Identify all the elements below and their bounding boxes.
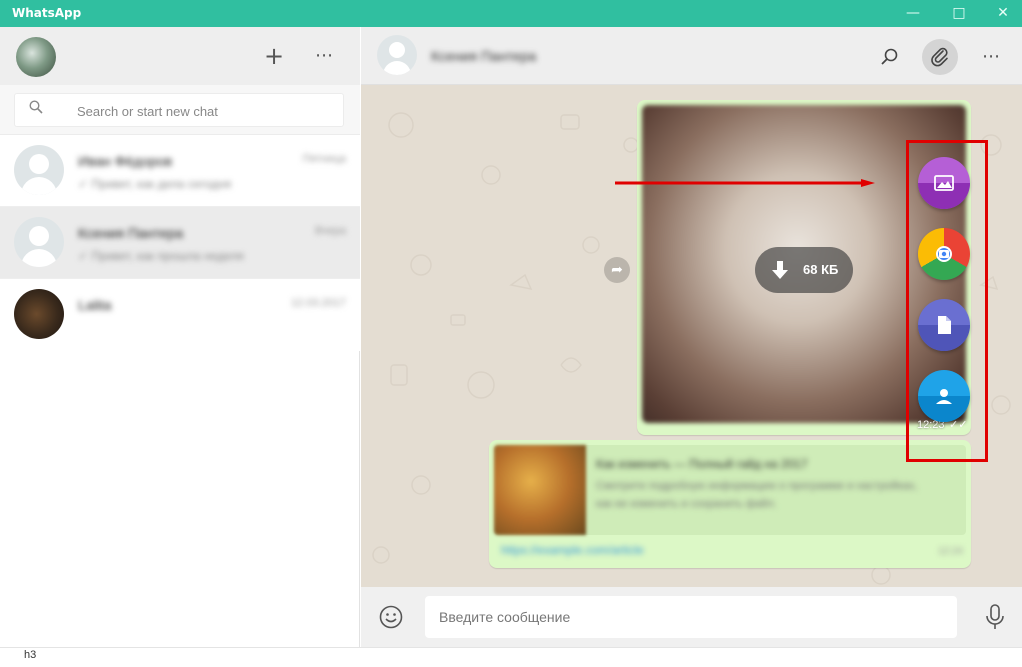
composer — [361, 587, 1022, 647]
link-thumbnail — [494, 445, 586, 535]
microphone-icon[interactable] — [985, 604, 1005, 630]
contact-icon — [936, 389, 952, 404]
chat-time: Пятница — [302, 153, 346, 165]
app-title: WhatsApp — [12, 6, 82, 20]
document-icon — [938, 316, 951, 334]
image-icon — [934, 175, 954, 191]
status-bar: h3 — [0, 647, 1022, 667]
file-size: 68 КБ — [803, 262, 839, 277]
chat-list-item[interactable]: Иван Фёдоров ✓ Привет, как дела сегодня … — [0, 135, 360, 207]
chat-name: Ксения Пантера — [78, 225, 184, 241]
plus-icon[interactable]: + — [259, 41, 289, 71]
chat-header: Ксения Пантера ⋯ — [361, 27, 1022, 85]
gallery-button[interactable] — [918, 157, 970, 209]
minimize-icon[interactable]: — — [903, 4, 923, 22]
link-title: Как изменить — Полный гайд на 2017 — [596, 457, 808, 471]
chat-preview: ✓ Привет, как дела сегодня — [78, 177, 232, 191]
avatar[interactable] — [377, 35, 417, 75]
search-box — [14, 93, 344, 127]
chat-preview: ✓ Привет, как прошла неделя — [78, 249, 244, 263]
search-icon[interactable] — [872, 39, 908, 75]
chat-list-item[interactable]: Lalita 12.03.2017 — [0, 279, 360, 351]
status-text: h3 — [24, 649, 37, 661]
camera-icon — [936, 246, 952, 262]
chat-time: 12.03.2017 — [290, 297, 346, 309]
my-avatar[interactable] — [16, 37, 56, 77]
more-icon[interactable]: ⋯ — [973, 39, 1009, 75]
avatar — [14, 289, 64, 339]
contact-name[interactable]: Ксения Пантера — [431, 48, 536, 64]
maximize-icon[interactable]: □ — [949, 4, 969, 22]
document-button[interactable] — [918, 299, 970, 351]
sidebar-header: + ⋯ — [0, 27, 360, 85]
avatar — [14, 217, 64, 267]
attachment-menu — [906, 140, 988, 462]
chat-list-item[interactable]: Ксения Пантера ✓ Привет, как прошла неде… — [0, 207, 360, 279]
annotation-arrow — [615, 179, 875, 187]
close-icon[interactable]: ✕ — [993, 4, 1013, 22]
avatar — [14, 145, 64, 195]
title-bar: WhatsApp — □ ✕ — [0, 0, 1022, 27]
camera-button[interactable] — [918, 228, 970, 280]
link-url[interactable]: https://example.com/article — [501, 543, 644, 557]
chat-time: Вчера — [314, 225, 346, 237]
download-button[interactable]: 68 КБ — [755, 247, 853, 293]
download-icon — [772, 261, 788, 279]
more-icon[interactable]: ⋯ — [309, 41, 339, 71]
contact-button[interactable] — [918, 370, 970, 422]
link-description: Смотрите подробную информацию о программ… — [596, 480, 918, 510]
link-message[interactable]: Как изменить — Полный гайд на 2017 Смотр… — [489, 440, 971, 568]
chat-pane: Ксения Пантера ⋯ ➦ 68 КБ 12:23 ✓✓ Как из… — [361, 27, 1022, 647]
message-input[interactable] — [425, 596, 957, 638]
attach-icon[interactable] — [922, 39, 958, 75]
message-area[interactable]: ➦ 68 КБ 12:23 ✓✓ Как изменить — Полный г… — [361, 85, 1022, 587]
message-time: 12:24 — [937, 546, 963, 557]
search-icon — [29, 100, 43, 114]
sidebar: + ⋯ Иван Фёдоров ✓ Привет, как дела сего… — [0, 27, 360, 647]
search-bar — [0, 85, 360, 135]
search-input[interactable] — [77, 100, 327, 122]
chat-name: Lalita — [78, 297, 112, 313]
link-preview[interactable]: Как изменить — Полный гайд на 2017 Смотр… — [494, 445, 966, 535]
emoji-icon[interactable] — [379, 605, 403, 629]
chat-name: Иван Фёдоров — [78, 153, 173, 169]
forward-icon[interactable]: ➦ — [604, 257, 630, 283]
